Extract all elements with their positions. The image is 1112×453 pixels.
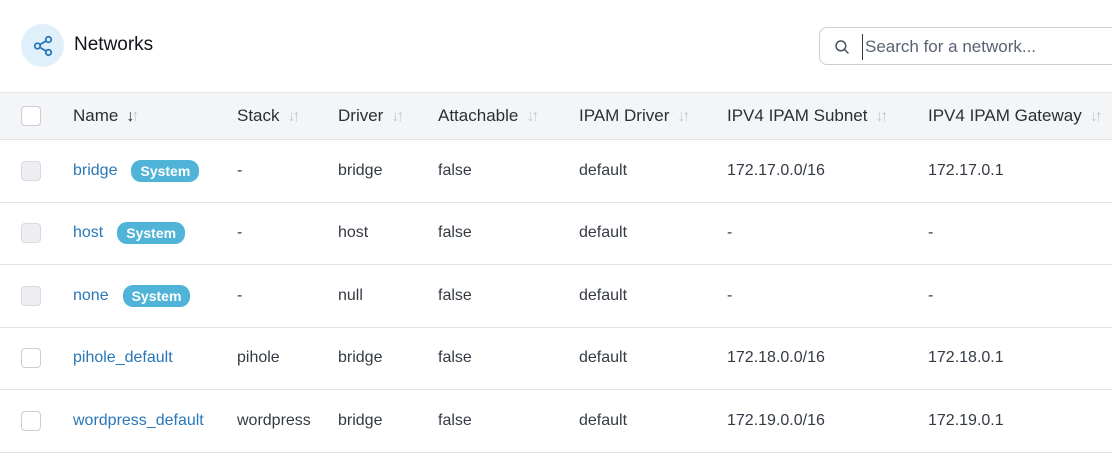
- sort-icon: ↓↑: [1089, 108, 1103, 125]
- attachable-cell: false: [438, 224, 472, 242]
- column-label: Stack: [237, 106, 280, 125]
- networks-table: Name ↓↑ Stack ↓↑ Driver ↓↑ Attachable ↓↑ IPA…: [0, 92, 1112, 453]
- column-label: Attachable: [438, 106, 519, 125]
- gateway-cell: 172.18.0.1: [928, 349, 1004, 367]
- subnet-cell: 172.18.0.0/16: [727, 349, 825, 367]
- stack-cell: pihole: [237, 349, 280, 367]
- search-input[interactable]: [862, 34, 1112, 60]
- subnet-cell: 172.19.0.0/16: [727, 411, 825, 429]
- row-select-cell: [0, 265, 62, 328]
- attachable-cell: false: [438, 349, 472, 367]
- subnet-cell: -: [727, 286, 733, 304]
- page-title: Networks: [74, 34, 154, 55]
- driver-cell: bridge: [338, 411, 383, 429]
- driver-cell: bridge: [338, 161, 383, 179]
- table-row: pihole_default pihole bridge false defau…: [0, 327, 1112, 390]
- network-name-link[interactable]: wordpress_default: [73, 412, 204, 429]
- name-cell: none System: [62, 265, 226, 328]
- network-name-link[interactable]: bridge: [73, 162, 117, 179]
- table-row: wordpress_default wordpress bridge false…: [0, 390, 1112, 453]
- search-box[interactable]: [819, 27, 1112, 65]
- page-header: Networks: [0, 0, 1112, 92]
- name-cell: wordpress_default: [62, 390, 226, 453]
- row-select-cell: [0, 202, 62, 265]
- ipam-driver-cell: default: [579, 349, 628, 367]
- table-row: bridge System - bridge false default 172.…: [0, 140, 1112, 203]
- gateway-cell: -: [928, 224, 934, 242]
- name-cell: host System: [62, 202, 226, 265]
- share-nodes-icon: [21, 24, 64, 67]
- gateway-cell: -: [928, 286, 934, 304]
- sort-icon: ↓↑: [875, 108, 888, 125]
- sort-icon: ↓↑: [677, 108, 690, 125]
- row-checkbox: [21, 223, 41, 244]
- column-label: Name: [73, 106, 119, 125]
- column-header-attachable[interactable]: Attachable ↓↑: [427, 93, 568, 140]
- column-label: IPAM Driver: [579, 106, 670, 125]
- ipam-driver-cell: default: [579, 411, 628, 429]
- select-all-cell: [0, 93, 62, 140]
- column-header-ipam-driver[interactable]: IPAM Driver ↓↑: [568, 93, 715, 140]
- attachable-cell: false: [438, 161, 472, 179]
- subnet-cell: 172.17.0.0/16: [727, 161, 825, 179]
- ipam-driver-cell: default: [579, 286, 628, 304]
- column-header-name[interactable]: Name ↓↑: [62, 93, 226, 140]
- row-checkbox[interactable]: [21, 410, 41, 431]
- sort-icon: ↓↑: [391, 108, 404, 125]
- table-header-row: Name ↓↑ Stack ↓↑ Driver ↓↑ Attachable ↓↑ IPA…: [0, 92, 1112, 140]
- row-select-cell: [0, 390, 62, 453]
- ipam-driver-cell: default: [579, 161, 628, 179]
- network-name-link[interactable]: none: [73, 287, 109, 304]
- system-badge: System: [131, 159, 200, 182]
- column-header-gateway[interactable]: IPV4 IPAM Gateway ↓↑: [916, 93, 1112, 140]
- network-name-link[interactable]: pihole_default: [73, 349, 173, 366]
- driver-cell: host: [338, 224, 369, 242]
- column-label: Driver: [338, 106, 384, 125]
- sort-icon: ↓↑: [526, 108, 539, 125]
- subnet-cell: -: [727, 224, 733, 242]
- sort-icon: ↓↑: [287, 108, 301, 125]
- stack-cell: -: [237, 224, 243, 242]
- driver-cell: bridge: [338, 349, 383, 367]
- stack-cell: -: [237, 161, 243, 179]
- column-header-subnet[interactable]: IPV4 IPAM Subnet ↓↑: [715, 93, 916, 140]
- driver-cell: null: [338, 286, 363, 304]
- select-all-checkbox[interactable]: [21, 106, 41, 127]
- table-row: none System - null false default - -: [0, 265, 1112, 328]
- column-label: IPV4 IPAM Subnet: [727, 106, 868, 125]
- row-checkbox[interactable]: [21, 348, 41, 369]
- stack-cell: -: [237, 286, 243, 304]
- ipam-driver-cell: default: [579, 224, 628, 242]
- row-checkbox: [21, 160, 41, 181]
- system-badge: System: [117, 222, 186, 245]
- sort-desc-icon: ↓↑: [126, 108, 139, 125]
- row-select-cell: [0, 327, 62, 390]
- table-row: host System - host false default - -: [0, 202, 1112, 265]
- column-header-driver[interactable]: Driver ↓↑: [327, 93, 427, 140]
- name-cell: pihole_default: [62, 327, 226, 390]
- name-cell: bridge System: [62, 140, 226, 203]
- column-label: IPV4 IPAM Gateway: [928, 106, 1082, 125]
- row-select-cell: [0, 140, 62, 203]
- gateway-cell: 172.17.0.1: [928, 161, 1004, 179]
- row-checkbox: [21, 285, 41, 306]
- network-name-link[interactable]: host: [73, 224, 103, 241]
- column-header-stack[interactable]: Stack ↓↑: [226, 93, 327, 140]
- search-icon: [835, 40, 849, 54]
- attachable-cell: false: [438, 286, 472, 304]
- stack-cell: wordpress: [237, 411, 311, 429]
- attachable-cell: false: [438, 411, 472, 429]
- gateway-cell: 172.19.0.1: [928, 411, 1004, 429]
- system-badge: System: [122, 284, 191, 307]
